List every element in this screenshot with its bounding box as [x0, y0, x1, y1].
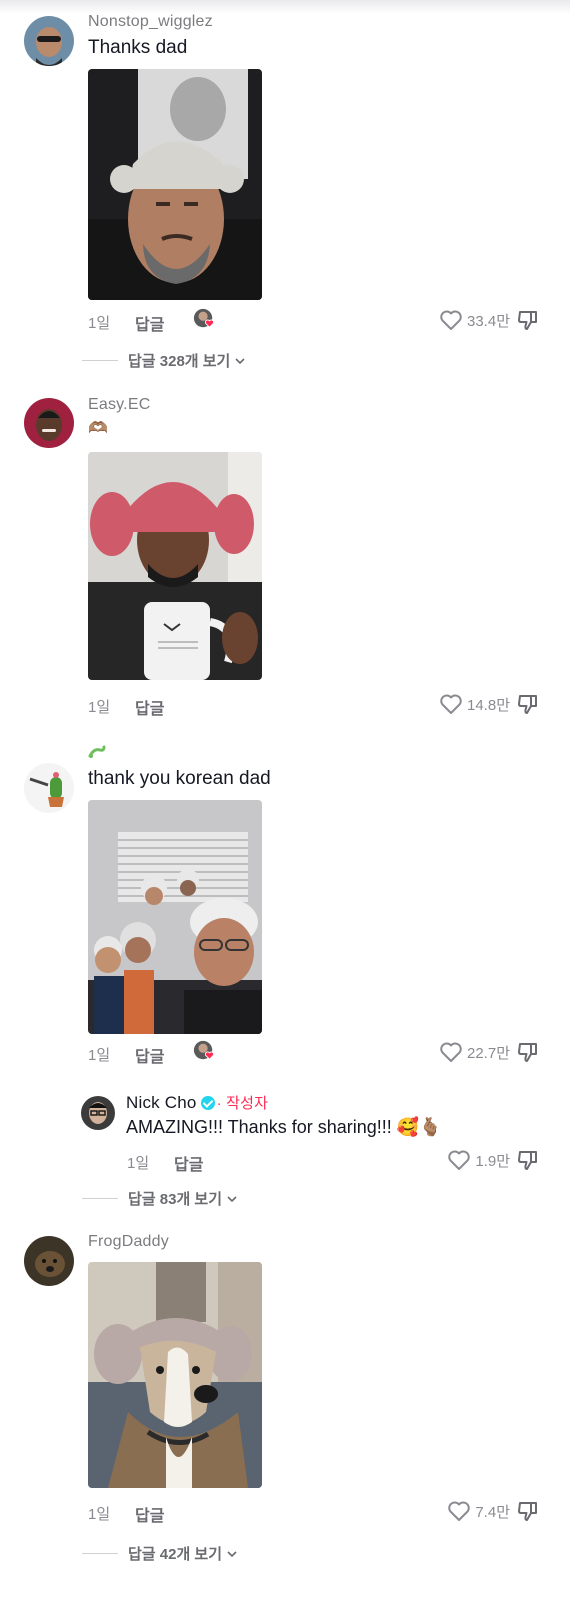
author-tag: · 작성자	[216, 1095, 269, 1112]
comment-time: 1일	[88, 315, 111, 332]
reply-button[interactable]: 답글	[174, 1151, 203, 1175]
like-group: 22.7만	[439, 1041, 510, 1063]
heart-outline-icon[interactable]	[439, 693, 463, 715]
chevron-down-icon	[227, 1550, 237, 1557]
view-replies-label: 답글 42개 보기	[128, 1546, 223, 1563]
like-count: 33.4만	[467, 312, 510, 330]
creator-liked-avatar-icon	[193, 1040, 215, 1060]
like-count: 1.9만	[475, 1152, 510, 1170]
comment-text: thank you korean dad	[88, 768, 271, 789]
like-group: 7.4만	[447, 1500, 510, 1522]
comment-photo[interactable]	[88, 800, 262, 1034]
comment-photo[interactable]	[88, 452, 262, 680]
reply-avatar[interactable]	[81, 1096, 115, 1130]
comment-username[interactable]: FrogDaddy	[88, 1233, 169, 1251]
lizard-emoji-icon	[88, 745, 106, 758]
like-group: 33.4만	[439, 309, 510, 331]
reply-button[interactable]: 답글	[135, 1502, 164, 1526]
like-count: 14.8만	[467, 696, 510, 714]
comment-time: 1일	[88, 1047, 111, 1064]
avatar[interactable]	[24, 16, 74, 66]
thumbs-down-icon[interactable]	[516, 1499, 540, 1523]
like-group: 14.8만	[439, 693, 510, 715]
reply-button[interactable]: 답글	[135, 695, 164, 719]
avatar[interactable]	[24, 763, 74, 813]
view-replies-button[interactable]: 답글 328개 보기	[82, 350, 246, 371]
like-count: 7.4만	[475, 1503, 510, 1521]
comment-time: 1일	[88, 699, 111, 716]
comment-photo[interactable]	[88, 69, 262, 300]
status-bar	[0, 0, 570, 14]
reply-text: AMAZING!!! Thanks for sharing!!! 🥰🫰🏽	[126, 1117, 442, 1137]
comment-text: 🫶🏽	[88, 420, 108, 437]
creator-liked-avatar-icon	[193, 308, 215, 328]
comment-username[interactable]: Nonstop_wigglez	[88, 13, 213, 31]
thumbs-down-icon[interactable]	[516, 1040, 540, 1064]
view-replies-button[interactable]: 답글 83개 보기	[82, 1188, 238, 1209]
avatar[interactable]	[24, 1236, 74, 1286]
view-replies-label: 답글 328개 보기	[128, 353, 231, 370]
heart-outline-icon[interactable]	[439, 1041, 463, 1063]
avatar[interactable]	[24, 398, 74, 448]
verified-badge-icon	[200, 1096, 215, 1110]
heart-outline-icon[interactable]	[447, 1500, 471, 1522]
view-replies-button[interactable]: 답글 42개 보기	[82, 1543, 238, 1564]
comment-time: 1일	[88, 1506, 111, 1523]
divider	[82, 360, 118, 361]
like-count: 22.7만	[467, 1044, 510, 1062]
like-group: 1.9만	[447, 1149, 510, 1171]
heart-outline-icon[interactable]	[439, 309, 463, 331]
reply-time: 1일	[127, 1155, 150, 1172]
reply-username-row: Nick Cho · 작성자	[126, 1092, 268, 1113]
reply-button[interactable]: 답글	[135, 311, 164, 335]
chevron-down-icon	[235, 357, 245, 364]
view-replies-label: 답글 83개 보기	[128, 1191, 223, 1208]
comment-username[interactable]: Easy.EC	[88, 396, 150, 414]
comment-text: Thanks dad	[88, 37, 188, 58]
thumbs-down-icon[interactable]	[516, 692, 540, 716]
reply-username[interactable]: Nick Cho	[126, 1093, 197, 1112]
divider	[82, 1553, 118, 1554]
thumbs-down-icon[interactable]	[516, 308, 540, 332]
comment-photo[interactable]	[88, 1262, 262, 1488]
heart-outline-icon[interactable]	[447, 1149, 471, 1171]
chevron-down-icon	[227, 1195, 237, 1202]
divider	[82, 1198, 118, 1199]
thumbs-down-icon[interactable]	[516, 1148, 540, 1172]
reply-button[interactable]: 답글	[135, 1043, 164, 1067]
